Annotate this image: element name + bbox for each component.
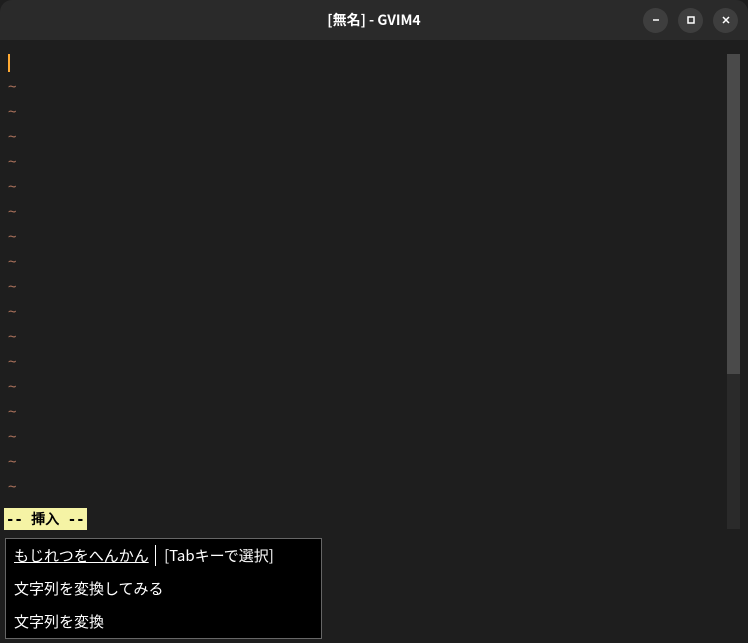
text-buffer[interactable]: ~~~~~~~~~~~~~~~~~~ (4, 45, 744, 532)
tilde-marker: ~ (8, 200, 16, 225)
text-cursor (8, 54, 10, 72)
ime-reading: もじれつをへんかん (14, 545, 149, 566)
maximize-icon (686, 15, 696, 25)
tilde-marker: ~ (8, 450, 16, 475)
scrollbar-thumb[interactable] (727, 54, 740, 374)
tilde-marker: ~ (8, 400, 16, 425)
scrollbar[interactable] (727, 54, 740, 529)
close-icon (721, 15, 731, 25)
vim-mode-indicator: -- 挿入 -- (4, 508, 87, 530)
tilde-marker: ~ (8, 300, 16, 325)
tilde-marker: ~ (8, 425, 16, 450)
tilde-marker: ~ (8, 325, 16, 350)
close-button[interactable] (713, 8, 738, 33)
tilde-marker: ~ (8, 150, 16, 175)
window-titlebar: [無名] - GVIM4 (0, 0, 748, 40)
tilde-marker: ~ (8, 225, 16, 250)
empty-line-markers: ~~~~~~~~~~~~~~~~~~ (8, 75, 16, 525)
window-controls (643, 8, 738, 33)
ime-candidate-window[interactable]: もじれつをへんかん [Tabキーで選択] 文字列を変換してみる文字列を変換 (5, 538, 322, 639)
maximize-button[interactable] (678, 8, 703, 33)
tilde-marker: ~ (8, 75, 16, 100)
editor-area[interactable]: ~~~~~~~~~~~~~~~~~~ (0, 40, 748, 532)
ime-candidate[interactable]: 文字列を変換してみる (6, 572, 321, 605)
tilde-marker: ~ (8, 100, 16, 125)
tilde-marker: ~ (8, 275, 16, 300)
tilde-marker: ~ (8, 175, 16, 200)
ime-input-row: もじれつをへんかん [Tabキーで選択] (6, 539, 321, 572)
minimize-icon (651, 15, 661, 25)
minimize-button[interactable] (643, 8, 668, 33)
tilde-marker: ~ (8, 250, 16, 275)
window-title: [無名] - GVIM4 (327, 10, 420, 30)
tilde-marker: ~ (8, 375, 16, 400)
tilde-marker: ~ (8, 350, 16, 375)
ime-caret (152, 545, 156, 566)
tilde-marker: ~ (8, 125, 16, 150)
tilde-marker: ~ (8, 475, 16, 500)
ime-hint: [Tabキーで選択] (164, 545, 274, 566)
ime-candidate[interactable]: 文字列を変換 (6, 605, 321, 638)
